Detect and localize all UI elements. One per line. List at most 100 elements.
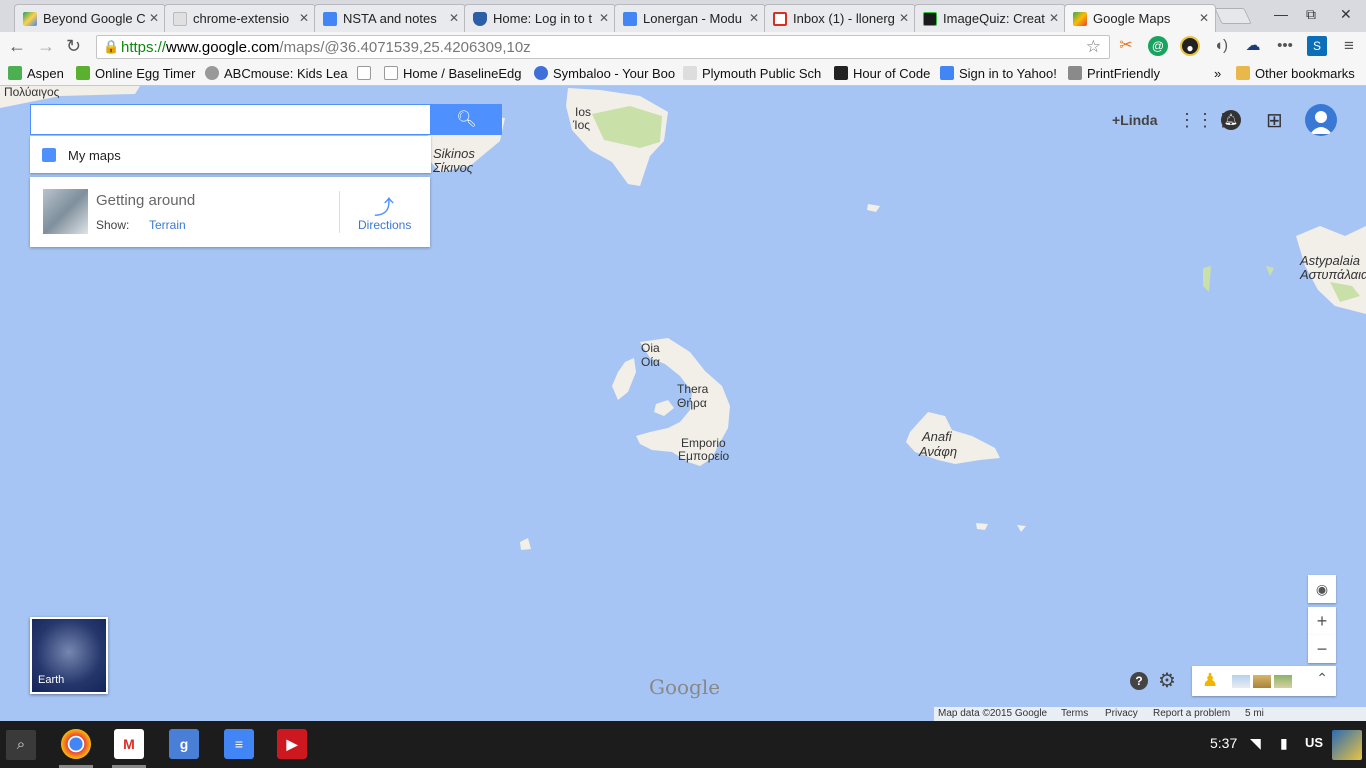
directions-icon[interactable]: ⤴ <box>374 191 394 220</box>
divider <box>339 191 340 233</box>
close-icon[interactable]: ✕ <box>1199 11 1209 25</box>
bookmark-yahoo[interactable]: Sign in to Yahoo! <box>940 66 1057 81</box>
plus-user-link[interactable]: +Linda <box>1112 112 1158 128</box>
my-maps-item[interactable]: My maps <box>30 136 431 173</box>
bookmarks-overflow[interactable]: » <box>1214 66 1221 81</box>
gear-icon[interactable]: ⚙ <box>1158 668 1176 693</box>
address-bar[interactable]: 🔒 https://www.google.com/maps/@36.407153… <box>96 35 1110 59</box>
battery-icon: ▮ <box>1280 735 1288 751</box>
bookmark-blank[interactable] <box>357 66 376 81</box>
scale-label[interactable]: 5 mi <box>1245 708 1264 719</box>
search-input[interactable] <box>30 104 431 135</box>
bookmark-star-icon[interactable]: ☆ <box>1086 37 1101 57</box>
grid-icon <box>834 66 848 80</box>
docs-app-icon[interactable]: ≡ <box>224 729 254 759</box>
page-icon <box>173 12 187 26</box>
tab-home-login[interactable]: Home: Log in to t ✕ <box>464 4 616 32</box>
reload-icon[interactable]: ↻ <box>66 36 81 57</box>
extension-green-icon[interactable]: @ <box>1148 36 1168 56</box>
privacy-link[interactable]: Privacy <box>1105 708 1138 719</box>
bookmark-printfriendly[interactable]: PrintFriendly <box>1068 66 1160 81</box>
close-icon[interactable]: ✕ <box>149 11 159 25</box>
user-avatar-tray[interactable] <box>1332 730 1362 760</box>
tab-label: NSTA and notes <box>343 11 437 26</box>
url-host: www.google.com <box>166 39 280 56</box>
restore-icon[interactable]: ⧉ <box>1306 6 1316 23</box>
bookmark-abcmouse[interactable]: ABCmouse: Kids Lea <box>205 66 348 81</box>
tab-label: Home: Log in to t <box>493 11 592 26</box>
maps-icon <box>1073 12 1087 26</box>
label-astypalaia: Astypalaia <box>1300 253 1360 268</box>
close-icon[interactable]: ✕ <box>899 11 909 25</box>
gmail-app-icon[interactable]: M <box>114 729 144 759</box>
other-bookmarks[interactable]: Other bookmarks <box>1236 66 1355 81</box>
close-icon[interactable]: ✕ <box>1049 11 1059 25</box>
page-icon <box>357 66 371 80</box>
imagery-thumb-desert[interactable] <box>1253 675 1271 688</box>
youtube-app-icon[interactable]: ▶ <box>277 729 307 759</box>
s-extension-icon[interactable]: S <box>1307 36 1327 56</box>
imagery-thumb-field[interactable] <box>1274 675 1292 688</box>
tab-inbox[interactable]: Inbox (1) - llonerg ✕ <box>764 4 916 32</box>
google-plus-app-icon[interactable]: g <box>169 729 199 759</box>
directions-link[interactable]: Directions <box>358 218 411 232</box>
back-icon[interactable]: ← <box>8 36 26 57</box>
avatar[interactable] <box>1305 104 1337 136</box>
tab-nsta-notes[interactable]: NSTA and notes ✕ <box>314 4 466 32</box>
bookmark-aspen[interactable]: Aspen <box>8 66 64 81</box>
bookmark-symbaloo[interactable]: Symbaloo - Your Boo <box>534 66 675 81</box>
tab-lonergan-module[interactable]: Lonergan - Modu ✕ <box>614 4 766 32</box>
printer-icon <box>1068 66 1082 80</box>
tab-beyond-google[interactable]: Beyond Google C ✕ <box>14 4 166 32</box>
read-aloud-icon[interactable]: ◖) <box>1211 36 1231 56</box>
extension-camera-icon[interactable]: ● <box>1180 36 1200 56</box>
new-tab-button[interactable] <box>1214 8 1252 24</box>
help-icon[interactable]: ? <box>1130 672 1148 690</box>
map-canvas[interactable]: Πολύαιγος Ios Ίος Sikinos Σίκινος Oia Οί… <box>0 86 1366 721</box>
bookmark-egg-timer[interactable]: Online Egg Timer <box>76 66 195 81</box>
chrome-app-icon[interactable] <box>61 729 91 759</box>
terms-link[interactable]: Terms <box>1061 708 1088 719</box>
zoom-in-button[interactable]: + <box>1308 607 1336 635</box>
tab-imagequiz[interactable]: ImageQuiz: Creat ✕ <box>914 4 1066 32</box>
cloud-extension-icon[interactable]: ☁ <box>1243 36 1263 56</box>
bookmark-plymouth[interactable]: Plymouth Public Sch <box>683 66 821 81</box>
launcher-search-button[interactable]: ⌕ <box>6 730 36 760</box>
scissors-extension-icon[interactable]: ✂ <box>1116 36 1136 56</box>
imagery-thumb-sky[interactable] <box>1232 675 1250 688</box>
terrain-thumbnail[interactable] <box>43 189 88 234</box>
share-plus-icon[interactable]: ⊞ <box>1266 108 1283 133</box>
label-sikinos: Sikinos <box>433 146 475 161</box>
my-location-button[interactable]: ◉ <box>1308 575 1336 603</box>
url-scheme: https:// <box>121 39 167 56</box>
label-oia-greek: Οία <box>641 355 660 369</box>
close-window-icon[interactable]: ✕ <box>1340 6 1352 23</box>
label-ios-greek: Ίος <box>573 118 591 132</box>
close-icon[interactable]: ✕ <box>749 11 759 25</box>
tab-chrome-extension[interactable]: chrome-extensio ✕ <box>164 4 316 32</box>
browser-toolbar: ← → ↻ 🔒 https://www.google.com/maps/@36.… <box>0 32 1366 62</box>
notifications-bell-icon[interactable]: 🔔︎ <box>1221 110 1241 130</box>
minimize-icon[interactable]: — <box>1274 6 1288 22</box>
map-footer: Map data ©2015 Google Terms Privacy Repo… <box>934 707 1366 721</box>
aspen-icon <box>8 66 22 80</box>
page-icon <box>384 66 398 80</box>
report-problem-link[interactable]: Report a problem <box>1153 708 1230 719</box>
close-icon[interactable]: ✕ <box>449 11 459 25</box>
terrain-link[interactable]: Terrain <box>149 218 186 232</box>
close-icon[interactable]: ✕ <box>599 11 609 25</box>
label-anafi-greek: Ανάφη <box>919 444 958 459</box>
pegman-icon[interactable]: ♟ <box>1202 670 1218 691</box>
close-icon[interactable]: ✕ <box>299 11 309 25</box>
chevron-up-icon[interactable]: ⌃ <box>1316 670 1328 687</box>
zoom-out-button[interactable]: − <box>1308 635 1336 663</box>
more-extensions-icon[interactable]: ••• <box>1275 36 1295 56</box>
forward-icon[interactable]: → <box>37 36 55 57</box>
menu-icon[interactable]: ≡ <box>1339 36 1359 56</box>
gmail-icon <box>773 12 787 26</box>
bookmark-hour-of-code[interactable]: Hour of Code <box>834 66 930 81</box>
search-button[interactable]: 🔍︎ <box>431 104 502 135</box>
earth-toggle[interactable]: Earth <box>30 617 108 694</box>
bookmark-baselineedge[interactable]: Home / BaselineEdg <box>384 66 522 81</box>
tab-google-maps[interactable]: Google Maps ✕ <box>1064 4 1216 32</box>
